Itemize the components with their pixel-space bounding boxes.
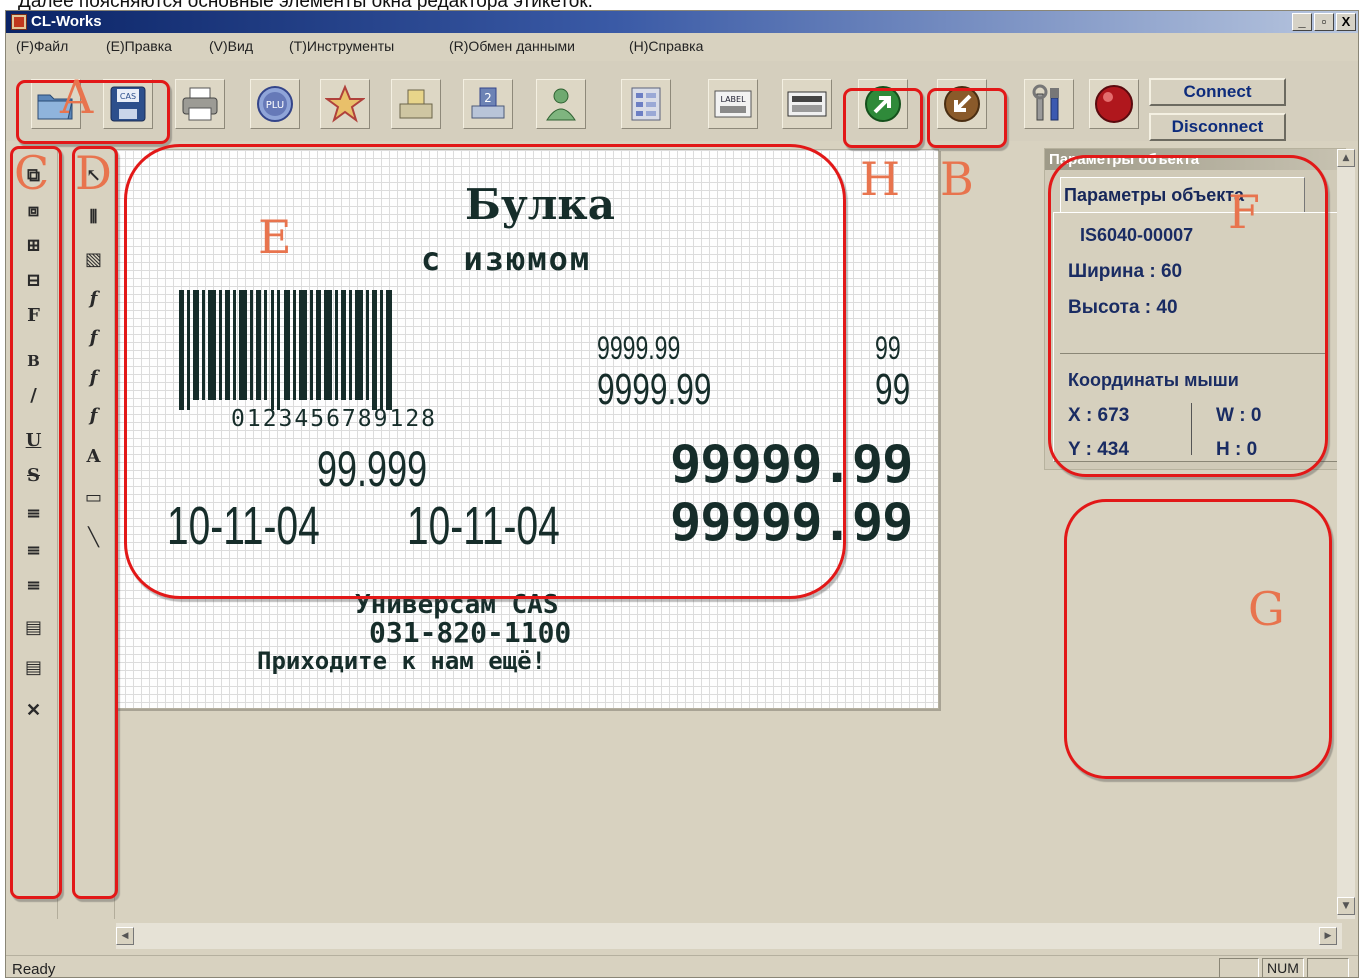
tools-button[interactable] xyxy=(1024,79,1074,129)
annotation-g-box xyxy=(1064,499,1332,779)
keyboard-icon xyxy=(787,91,827,117)
scroll-up-arrow-icon[interactable]: ▲ xyxy=(1337,149,1355,167)
status-num-indicator: NUM xyxy=(1262,958,1304,977)
menu-edit[interactable]: (E)Правка xyxy=(106,38,172,54)
user-icon xyxy=(546,88,576,121)
label-phone[interactable]: 031-820-1100 xyxy=(369,616,571,649)
menu-view[interactable]: (V)Вид xyxy=(209,38,253,54)
connect-button[interactable]: Connect xyxy=(1149,78,1286,106)
keyboard-button[interactable] xyxy=(782,79,832,129)
close-button[interactable]: X xyxy=(1336,13,1356,31)
label-button[interactable]: LABEL xyxy=(708,79,758,129)
annotation-letter-c: C xyxy=(14,146,50,200)
label-icon-caption: LABEL xyxy=(720,95,746,104)
connection-status xyxy=(1089,79,1139,129)
plu-button[interactable]: PLU xyxy=(250,79,300,129)
label-icon: LABEL xyxy=(714,90,752,118)
scale-icon xyxy=(399,89,433,119)
favorites-button[interactable] xyxy=(320,79,370,129)
menu-help[interactable]: (H)Справка xyxy=(629,38,703,54)
annotation-f-box xyxy=(1048,155,1328,477)
app-logo-icon xyxy=(11,14,27,30)
annotation-e-box xyxy=(124,144,846,599)
status-cell-empty xyxy=(1219,958,1259,977)
user-button[interactable] xyxy=(536,79,586,129)
print-button[interactable] xyxy=(175,79,225,129)
scroll-down-arrow-icon[interactable]: ▼ xyxy=(1337,897,1355,915)
annotation-letter-g: G xyxy=(1248,582,1285,636)
annotation-d-box xyxy=(72,146,118,899)
star-icon xyxy=(325,84,365,123)
numbering-button[interactable]: 2 xyxy=(463,79,513,129)
list-icon xyxy=(631,87,661,121)
window-controls: _ ▫ X xyxy=(1292,13,1356,31)
menu-bar: (F)Файл (E)Правка (V)Вид (T)Инструменты … xyxy=(6,33,1358,59)
toolbar: CAS PLU 2 LABEL Connect Disconnect xyxy=(6,61,1358,141)
plu-icon-caption: PLU xyxy=(266,100,284,111)
label-field-99-large[interactable]: 99 xyxy=(875,365,910,415)
annotation-h-box xyxy=(843,88,923,148)
annotation-c-box xyxy=(10,146,62,899)
menu-data-exchange[interactable]: (R)Обмен данными xyxy=(449,38,575,54)
annotation-letter-b: B xyxy=(940,152,974,206)
status-bar: Ready NUM xyxy=(6,955,1358,978)
label-footer-text[interactable]: Приходите к нам ещё! xyxy=(257,647,546,675)
window-title: CL-Works xyxy=(31,13,102,30)
minimize-button[interactable]: _ xyxy=(1292,13,1312,31)
status-text: Ready xyxy=(12,961,56,978)
annotation-letter-d: D xyxy=(75,146,112,200)
annotation-b-box xyxy=(927,88,1007,148)
title-bar: CL-Works _ ▫ X xyxy=(6,11,1358,33)
tools-icon xyxy=(1032,84,1059,121)
vertical-scrollbar[interactable]: ▲ ▼ xyxy=(1337,149,1355,919)
list-button[interactable] xyxy=(621,79,671,129)
scale-button[interactable] xyxy=(391,79,441,129)
scroll-left-arrow-icon[interactable]: ◀ xyxy=(116,927,134,945)
menu-file[interactable]: (F)Файл xyxy=(16,38,68,54)
disconnect-button[interactable]: Disconnect xyxy=(1149,113,1286,141)
numbering-icon: 2 xyxy=(471,87,505,119)
annotation-letter-a: A xyxy=(60,70,94,124)
label-field-99[interactable]: 99 xyxy=(875,330,901,367)
annotation-letter-e: E xyxy=(258,210,292,264)
maximize-button[interactable]: ▫ xyxy=(1314,13,1334,31)
status-led-icon xyxy=(1095,85,1133,123)
annotation-letter-f: F xyxy=(1228,185,1260,239)
status-cell-empty-2 xyxy=(1307,958,1349,977)
menu-tools[interactable]: (T)Инструменты xyxy=(289,38,394,54)
plu-icon: PLU xyxy=(257,86,293,122)
scroll-right-arrow-icon[interactable]: ▶ xyxy=(1319,927,1337,945)
svg-text:2: 2 xyxy=(484,91,492,105)
horizontal-scrollbar[interactable]: ◀ ▶ xyxy=(116,923,1342,949)
annotation-letter-h: H xyxy=(860,152,901,206)
print-icon xyxy=(182,87,218,121)
